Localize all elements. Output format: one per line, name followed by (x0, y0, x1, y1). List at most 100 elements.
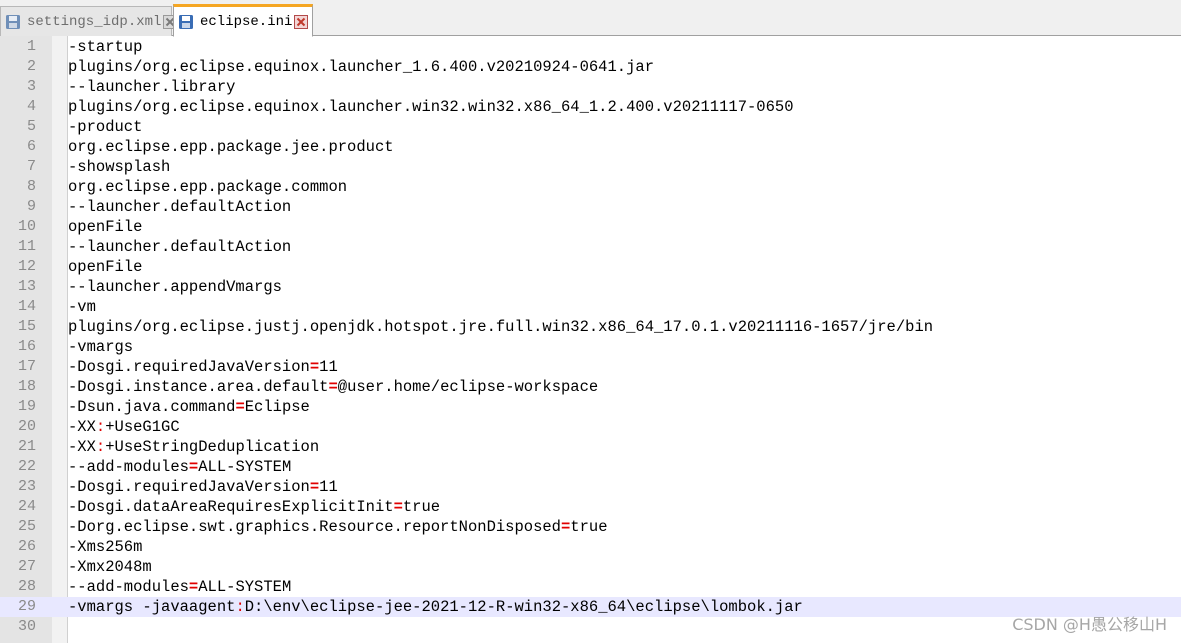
code-token: ALL-SYSTEM (198, 458, 292, 476)
code-text: --add-modules=ALL-SYSTEM (68, 457, 291, 477)
operator-equals: = (560, 518, 571, 536)
code-line[interactable]: 2 plugins/org.eclipse.equinox.launcher_1.… (0, 57, 1181, 77)
code-token: -product (68, 118, 143, 136)
line-number: 12 (17, 258, 36, 275)
code-token: Eclipse (244, 398, 310, 416)
code-token: D:\env\eclipse-jee-2021-12-R-win32-x86_6… (244, 598, 803, 616)
close-icon[interactable] (294, 14, 309, 29)
code-token: +UseG1GC (105, 418, 180, 436)
code-token: true (402, 498, 441, 516)
tab-label: eclipse.ini (200, 13, 293, 30)
code-line[interactable]: 19 -Dsun.java.command=Eclipse (0, 397, 1181, 417)
code-text: plugins/org.eclipse.equinox.launcher_1.6… (68, 57, 654, 77)
code-token: +UseStringDeduplication (105, 438, 320, 456)
code-line[interactable]: 23 -Dosgi.requiredJavaVersion=11 (0, 477, 1181, 497)
line-number: 8 (26, 178, 36, 195)
tab-eclipse-ini[interactable]: eclipse.ini (173, 4, 313, 37)
code-text: -Dsun.java.command=Eclipse (68, 397, 310, 417)
line-number: 10 (17, 218, 36, 235)
code-line[interactable]: 26 -Xms256m (0, 537, 1181, 557)
code-text: -Dosgi.requiredJavaVersion=11 (68, 357, 338, 377)
code-line[interactable]: 8 org.eclipse.epp.package.common (0, 177, 1181, 197)
code-line[interactable]: 9 --launcher.defaultAction (0, 197, 1181, 217)
code-text: --add-modules=ALL-SYSTEM (68, 577, 291, 597)
code-token: openFile (68, 258, 143, 276)
code-line[interactable]: 12 openFile (0, 257, 1181, 277)
code-line[interactable]: 10 openFile (0, 217, 1181, 237)
operator-equals: = (188, 578, 199, 596)
code-token: -Dosgi.requiredJavaVersion (68, 358, 310, 376)
tab-label: settings_idp.xml (27, 13, 162, 30)
code-token: -Xmx2048m (68, 558, 152, 576)
code-line[interactable]: 16 -vmargs (0, 337, 1181, 357)
code-line[interactable]: 7 -showsplash (0, 157, 1181, 177)
code-token: -Dosgi.instance.area.default (68, 378, 329, 396)
line-number: 15 (17, 318, 36, 335)
code-text: -Dorg.eclipse.swt.graphics.Resource.repo… (68, 517, 608, 537)
watermark: CSDN @H愚公移山H (1012, 615, 1167, 634)
code-line[interactable]: 15 plugins/org.eclipse.justj.openjdk.hots… (0, 317, 1181, 337)
code-text: --launcher.defaultAction (68, 197, 291, 217)
code-token: -XX (68, 418, 96, 436)
line-number: 6 (26, 138, 36, 155)
code-line[interactable]: 18 -Dosgi.instance.area.default=@user.hom… (0, 377, 1181, 397)
code-token: openFile (68, 218, 143, 236)
code-token: --launcher.defaultAction (68, 238, 292, 256)
code-line[interactable]: 20 -XX:+UseG1GC (0, 417, 1181, 437)
line-number: 2 (26, 58, 36, 75)
code-line[interactable]: 17 -Dosgi.requiredJavaVersion=11 (0, 357, 1181, 377)
code-line[interactable]: 1 -startup (0, 37, 1181, 57)
code-text: openFile (68, 257, 142, 277)
code-line[interactable]: 30 (0, 617, 1181, 637)
code-line[interactable]: 21 -XX:+UseStringDeduplication (0, 437, 1181, 457)
line-number: 9 (26, 198, 36, 215)
line-number: 13 (17, 278, 36, 295)
editor-area[interactable]: 1 -startup 2 plugins/org.eclipse.equinox.la… (0, 36, 1181, 643)
code-token: -vmargs (68, 338, 134, 356)
line-number: 11 (17, 238, 36, 255)
code-text: -XX:+UseG1GC (68, 417, 180, 437)
line-number: 29 (17, 598, 36, 615)
line-number: 18 (17, 378, 36, 395)
code-token: 11 (319, 478, 338, 496)
line-number: 22 (17, 458, 36, 475)
code-line[interactable]: 5 -product (0, 117, 1181, 137)
code-line[interactable]: 25 -Dorg.eclipse.swt.graphics.Resource.re… (0, 517, 1181, 537)
operator-equals: = (309, 478, 320, 496)
code-line[interactable]: 22 --add-modules=ALL-SYSTEM (0, 457, 1181, 477)
code-token: plugins/org.eclipse.justj.openjdk.hotspo… (68, 318, 934, 336)
code-line[interactable]: 27 -Xmx2048m (0, 557, 1181, 577)
code-token: -Dsun.java.command (68, 398, 236, 416)
code-token: plugins/org.eclipse.equinox.launcher_1.6… (68, 58, 654, 76)
tab-settings-idp-xml[interactable]: settings_idp.xml (0, 6, 178, 36)
line-number: 17 (17, 358, 36, 375)
code-line[interactable]: 11 --launcher.defaultAction (0, 237, 1181, 257)
code-text: -XX:+UseStringDeduplication (68, 437, 319, 457)
code-text: --launcher.library (68, 77, 235, 97)
code-token: --launcher.defaultAction (68, 198, 292, 216)
code-text: -vmargs -javaagent:D:\env\eclipse-jee-20… (68, 597, 803, 617)
operator-equals: = (188, 458, 199, 476)
code-line[interactable]: 4 plugins/org.eclipse.equinox.launcher.wi… (0, 97, 1181, 117)
code-line[interactable]: 28 --add-modules=ALL-SYSTEM (0, 577, 1181, 597)
code-line[interactable]: 13 --launcher.appendVmargs (0, 277, 1181, 297)
save-file-icon (6, 14, 20, 29)
line-number: 25 (17, 518, 36, 535)
code-token: plugins/org.eclipse.equinox.launcher.win… (68, 98, 794, 116)
line-number: 21 (17, 438, 36, 455)
line-number: 3 (26, 78, 36, 95)
code-line[interactable]: 3 --launcher.library (0, 77, 1181, 97)
code-text: plugins/org.eclipse.justj.openjdk.hotspo… (68, 317, 933, 337)
code-line[interactable]: 6 org.eclipse.epp.package.jee.product (0, 137, 1181, 157)
code-line[interactable]: 29 -vmargs -javaagent:D:\env\eclipse-jee-… (0, 597, 1181, 617)
tab-bar: settings_idp.xml eclipse.ini (0, 0, 1181, 37)
operator-equals: = (309, 358, 320, 376)
line-number: 26 (17, 538, 36, 555)
code-text: -Xms256m (68, 537, 142, 557)
code-line[interactable]: 24 -Dosgi.dataAreaRequiresExplicitInit=tr… (0, 497, 1181, 517)
save-file-icon (179, 14, 193, 29)
code-text: org.eclipse.epp.package.jee.product (68, 137, 394, 157)
code-text: -Dosgi.instance.area.default=@user.home/… (68, 377, 598, 397)
code-line[interactable]: 14 -vm (0, 297, 1181, 317)
line-number: 19 (17, 398, 36, 415)
